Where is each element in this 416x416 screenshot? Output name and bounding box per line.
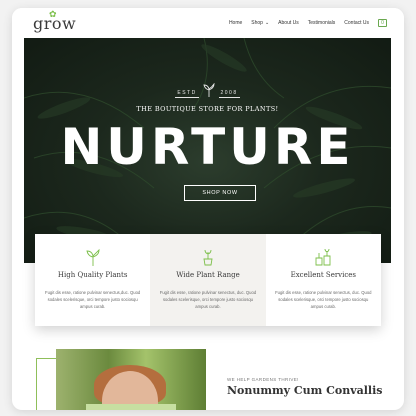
logo[interactable]: grow ✿ [33,10,76,33]
established-badge: ESTD 2008 [24,83,391,98]
nav-item-shop-label: Shop [251,20,263,26]
sprout-icon [86,248,100,266]
cart-count: 0 [381,20,384,26]
nav-item-shop[interactable]: Shop ⌄ [251,20,269,26]
about-photo [56,349,206,410]
feature-title: Wide Plant Range [176,271,240,279]
nav-item-contact[interactable]: Contact Us [344,20,369,26]
feature-title: High Quality Plants [57,271,128,279]
nav-item-about[interactable]: About Us [278,20,299,26]
nav-item-testimonials[interactable]: Testimonials [308,20,336,26]
feature-card: High Quality Plants Fugit dis esse, rati… [35,234,150,326]
feature-card: Excellent Services Fugit dis esse, ratio… [266,234,381,326]
sprout-icon [203,83,215,97]
feature-description: Fugit dis esse, ratione pulvinar senectu… [159,290,257,309]
about-title: Nonummy Cum Convallis [227,384,383,397]
about-image-frame [36,358,56,410]
browser-frame: grow ✿ Home Shop ⌄ About Us Testimonials … [12,8,404,410]
shop-now-button[interactable]: SHOP NOW [184,185,256,201]
potted-plant-icon [203,249,213,266]
hero-tagline: THE BOUTIQUE STORE FOR PLANTS! [136,105,279,113]
about-kicker: WE HELP GARDENS THRIVE! [227,377,299,382]
hero-banner: ESTD 2008 THE BOUTIQUE STORE FOR PLANTS!… [24,38,391,263]
feature-card: Wide Plant Range Fugit dis esse, ratione… [150,234,266,326]
feature-description: Fugit dis esse, ratione pulvinar senectu… [275,290,372,309]
feature-description: Fugit dis esse, ratione pulvinar senectu… [45,290,141,309]
cart-button[interactable]: 0 [378,19,387,27]
main-menu: Home Shop ⌄ About Us Testimonials Contact… [229,19,387,27]
top-nav: grow ✿ Home Shop ⌄ About Us Testimonials … [12,8,404,39]
leaf-icon: ✿ [49,10,58,20]
chevron-down-icon: ⌄ [264,20,270,26]
nav-item-home[interactable]: Home [229,20,242,26]
estd-year: 2008 [218,90,240,98]
plant-service-icon [315,248,331,266]
estd-label: ESTD [175,90,199,98]
hero-headline: NURTURE [60,118,355,176]
feature-title: Excellent Services [290,271,357,279]
photo-shirt [86,404,176,410]
features-panel: High Quality Plants Fugit dis esse, rati… [35,234,381,326]
